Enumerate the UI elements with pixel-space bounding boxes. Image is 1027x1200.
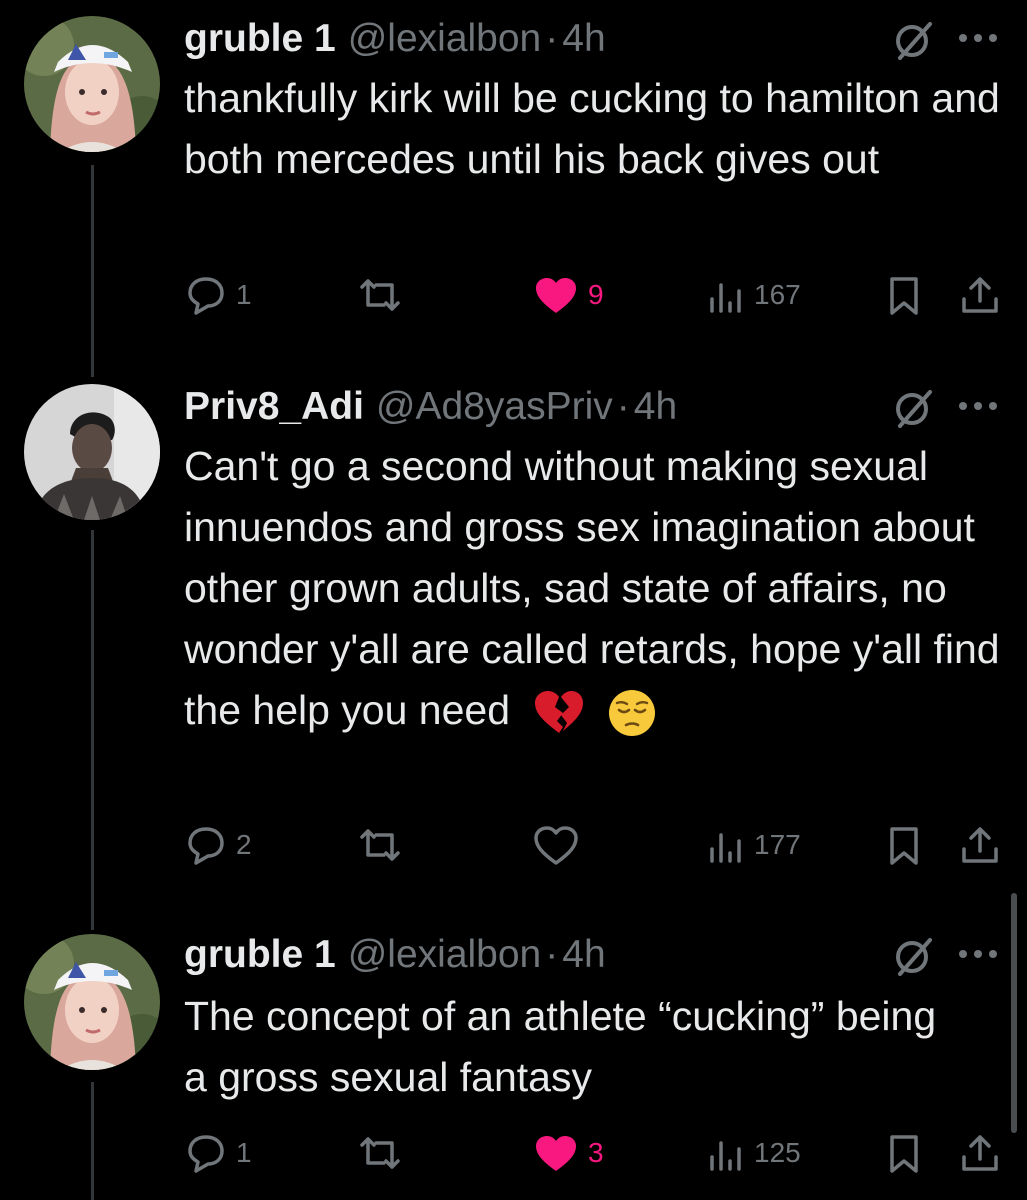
avatar[interactable] — [24, 384, 160, 520]
like-icon — [534, 826, 578, 865]
view-count: 177 — [754, 829, 801, 860]
share-icon — [962, 1135, 998, 1171]
repost-button[interactable] — [356, 270, 412, 320]
tweet[interactable]: gruble 1 @lexialbon · 4h The concept of … — [0, 920, 1027, 1200]
reply-count: 1 — [236, 279, 252, 310]
repost-button[interactable] — [356, 820, 412, 870]
bookmark-button[interactable] — [884, 1128, 924, 1178]
tweet[interactable]: gruble 1 @lexialbon · 4h thankfully kirk… — [0, 0, 1027, 372]
scrollbar[interactable] — [1011, 893, 1017, 1133]
display-name[interactable]: gruble 1 — [184, 17, 336, 61]
views-button[interactable]: 125 — [706, 1128, 801, 1178]
separator: · — [545, 17, 559, 60]
share-icon — [962, 277, 998, 313]
grok-icon[interactable] — [892, 934, 936, 978]
view-count: 167 — [754, 279, 801, 310]
views-icon — [710, 283, 741, 313]
views-button[interactable]: 167 — [706, 270, 801, 320]
bookmark-icon — [890, 827, 918, 865]
views-button[interactable]: 177 — [706, 820, 801, 870]
reply-icon — [188, 1135, 224, 1173]
tweet-text-block: Can't go a second without making sexual … — [184, 436, 1004, 741]
bookmark-icon — [890, 1135, 918, 1173]
like-button[interactable] — [532, 820, 588, 870]
repost-icon — [360, 1137, 400, 1169]
tweet-text: The concept of an athlete “cucking” bein… — [184, 993, 937, 1100]
like-count: 9 — [588, 279, 604, 310]
bookmark-button[interactable] — [884, 820, 924, 870]
handle[interactable]: @lexialbon — [348, 17, 542, 61]
tweet-header: gruble 1 @lexialbon · 4h — [184, 14, 606, 64]
more-icon[interactable] — [955, 944, 1001, 964]
reply-button[interactable]: 1 — [184, 270, 252, 320]
tweet-text: thankfully kirk will be cucking to hamil… — [184, 75, 1000, 182]
display-name[interactable]: gruble 1 — [184, 933, 336, 977]
display-name[interactable]: Priv8_Adi — [184, 385, 364, 429]
view-count: 125 — [754, 1137, 801, 1168]
reply-count: 1 — [236, 1137, 252, 1168]
repost-icon — [360, 279, 400, 311]
timestamp[interactable]: 4h — [562, 17, 605, 61]
pensive-face-icon — [608, 690, 655, 737]
repost-button[interactable] — [356, 1128, 412, 1178]
views-icon — [710, 833, 741, 863]
tweet-actions: 1 3 125 — [184, 1128, 1004, 1178]
avatar[interactable] — [24, 934, 160, 1070]
avatar[interactable] — [24, 16, 160, 152]
like-button[interactable]: 9 — [532, 270, 604, 320]
handle[interactable]: @lexialbon — [348, 933, 542, 977]
bookmark-button[interactable] — [884, 270, 924, 320]
tweet-text: Can't go a second without making sexual … — [184, 443, 1000, 733]
share-button[interactable] — [958, 820, 1002, 870]
grok-icon[interactable] — [892, 386, 936, 430]
like-button[interactable]: 3 — [532, 1128, 604, 1178]
reply-count: 2 — [236, 829, 252, 860]
tweet-actions: 2 177 — [184, 820, 1004, 870]
reply-button[interactable]: 1 — [184, 1128, 252, 1178]
reply-icon — [188, 277, 224, 315]
tweet-header: Priv8_Adi @Ad8yasPriv · 4h — [184, 382, 677, 432]
more-icon[interactable] — [955, 28, 1001, 48]
handle[interactable]: @Ad8yasPriv — [376, 385, 613, 429]
broken-heart-icon — [535, 691, 584, 734]
share-button[interactable] — [958, 270, 1002, 320]
separator: · — [545, 933, 559, 976]
share-icon — [962, 827, 998, 863]
grok-icon[interactable] — [892, 18, 936, 62]
share-button[interactable] — [958, 1128, 1002, 1178]
tweet-actions: 1 9 167 — [184, 270, 1004, 320]
reply-button[interactable]: 2 — [184, 820, 252, 870]
bookmark-icon — [890, 277, 918, 315]
reply-icon — [188, 827, 224, 865]
like-count: 3 — [588, 1137, 604, 1168]
tweet[interactable]: Priv8_Adi @Ad8yasPriv · 4h Can't go a se… — [0, 372, 1027, 912]
timestamp[interactable]: 4h — [634, 385, 677, 429]
like-icon — [536, 1136, 576, 1171]
more-icon[interactable] — [955, 396, 1001, 416]
views-icon — [710, 1141, 741, 1171]
like-icon — [536, 278, 576, 313]
tweet-header: gruble 1 @lexialbon · 4h — [184, 930, 606, 980]
repost-icon — [360, 829, 400, 861]
separator: · — [616, 385, 630, 428]
timestamp[interactable]: 4h — [562, 933, 605, 977]
